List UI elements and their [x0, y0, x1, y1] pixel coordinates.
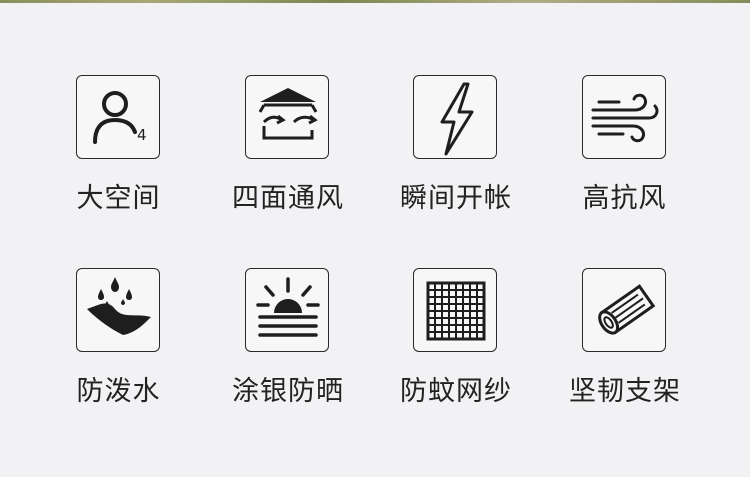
feature-label: 防泼水 [76, 376, 161, 407]
feature-icon-box [413, 75, 497, 159]
feature-icon-box: 4 [76, 75, 160, 159]
feature-label: 涂银防晒 [232, 376, 344, 407]
feature-high-wind-resistance: 高抗风 [582, 75, 750, 235]
feature-label: 防蚊网纱 [400, 376, 512, 407]
sun-shield-icon [256, 277, 320, 337]
lightning-bolt-icon [440, 82, 474, 156]
feature-label: 大空间 [76, 183, 161, 214]
tent-ventilation-arrows-icon [258, 88, 318, 140]
feature-icon-box [582, 268, 666, 352]
feature-icon-box [245, 75, 329, 159]
feature-sturdy-frame: 坚韧支架 [569, 268, 750, 428]
feature-icon-box [76, 268, 160, 352]
person-capacity-4-icon: 4 [93, 91, 147, 144]
tube-pole-icon [598, 284, 656, 335]
feature-mosquito-mesh: 防蚊网纱 [400, 268, 583, 428]
feature-four-side-ventilation: 四面通风 [232, 75, 415, 235]
feature-label: 四面通风 [232, 183, 344, 214]
feature-large-space: 4 大空间 [76, 75, 246, 235]
feature-icon-box [245, 268, 329, 352]
capacity-badge: 4 [137, 126, 147, 144]
feature-label: 瞬间开帐 [400, 183, 512, 214]
wind-icon [591, 93, 659, 143]
feature-label: 高抗风 [582, 183, 667, 214]
mesh-grid-icon [426, 281, 486, 341]
feature-instant-setup: 瞬间开帐 [400, 75, 583, 235]
feature-silver-coating-sun-protection: 涂银防晒 [232, 268, 415, 428]
feature-icon-box [582, 75, 666, 159]
feature-icon-box [413, 268, 497, 352]
feature-label: 坚韧支架 [569, 376, 681, 407]
feature-water-repellent: 防泼水 [76, 268, 246, 428]
water-drops-fabric-icon [87, 277, 151, 335]
feature-grid: 4 大空间 四面通风 瞬间开帐 高抗风 防泼水 涂银防晒 防蚊网纱 坚韧支架 [0, 0, 750, 477]
